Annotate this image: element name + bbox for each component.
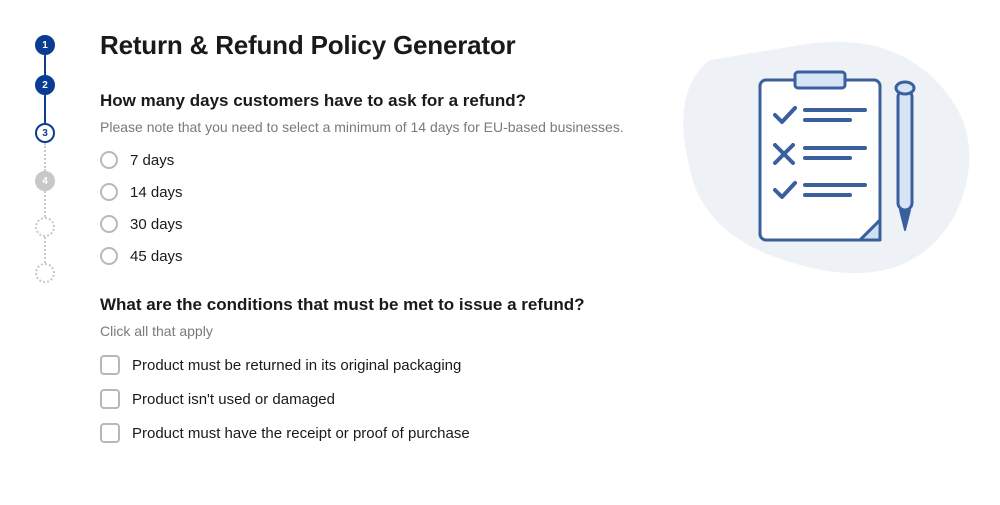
step-5-placeholder <box>35 217 55 237</box>
option-label: Product must have the receipt or proof o… <box>132 425 470 442</box>
option-label: Product isn't used or damaged <box>132 391 335 408</box>
page-title: Return & Refund Policy Generator <box>100 30 650 61</box>
step-connector <box>44 55 46 75</box>
question-hint: Click all that apply <box>100 323 650 339</box>
option-label: 45 days <box>130 248 183 265</box>
checkbox-icon <box>100 389 120 409</box>
radio-option-7-days[interactable]: 7 days <box>100 151 650 169</box>
question-title: How many days customers have to ask for … <box>100 91 650 111</box>
checkbox-option-receipt[interactable]: Product must have the receipt or proof o… <box>100 423 650 443</box>
question-refund-days: How many days customers have to ask for … <box>100 91 650 265</box>
checklist-illustration <box>660 30 980 473</box>
form-main: Return & Refund Policy Generator How man… <box>65 30 660 473</box>
step-connector <box>44 95 46 123</box>
option-label: 14 days <box>130 184 183 201</box>
question-title: What are the conditions that must be met… <box>100 295 650 315</box>
radio-icon <box>100 215 118 233</box>
checkbox-icon <box>100 355 120 375</box>
step-6-placeholder <box>35 263 55 283</box>
radio-option-14-days[interactable]: 14 days <box>100 183 650 201</box>
question-refund-conditions: What are the conditions that must be met… <box>100 295 650 443</box>
step-connector <box>44 143 46 171</box>
checkbox-option-original-packaging[interactable]: Product must be returned in its original… <box>100 355 650 375</box>
step-3-current[interactable]: 3 <box>35 123 55 143</box>
option-label: 7 days <box>130 152 174 169</box>
step-connector <box>44 237 46 263</box>
radio-option-30-days[interactable]: 30 days <box>100 215 650 233</box>
checkbox-icon <box>100 423 120 443</box>
step-1[interactable]: 1 <box>35 35 55 55</box>
checkbox-option-not-used-damaged[interactable]: Product isn't used or damaged <box>100 389 650 409</box>
option-label: Product must be returned in its original… <box>132 357 461 374</box>
step-connector <box>44 191 46 217</box>
radio-icon <box>100 247 118 265</box>
progress-stepper: 1 2 3 4 <box>25 30 65 473</box>
step-2[interactable]: 2 <box>35 75 55 95</box>
radio-icon <box>100 183 118 201</box>
radio-option-45-days[interactable]: 45 days <box>100 247 650 265</box>
option-label: 30 days <box>130 216 183 233</box>
question-hint: Please note that you need to select a mi… <box>100 119 650 135</box>
radio-icon <box>100 151 118 169</box>
step-4: 4 <box>35 171 55 191</box>
